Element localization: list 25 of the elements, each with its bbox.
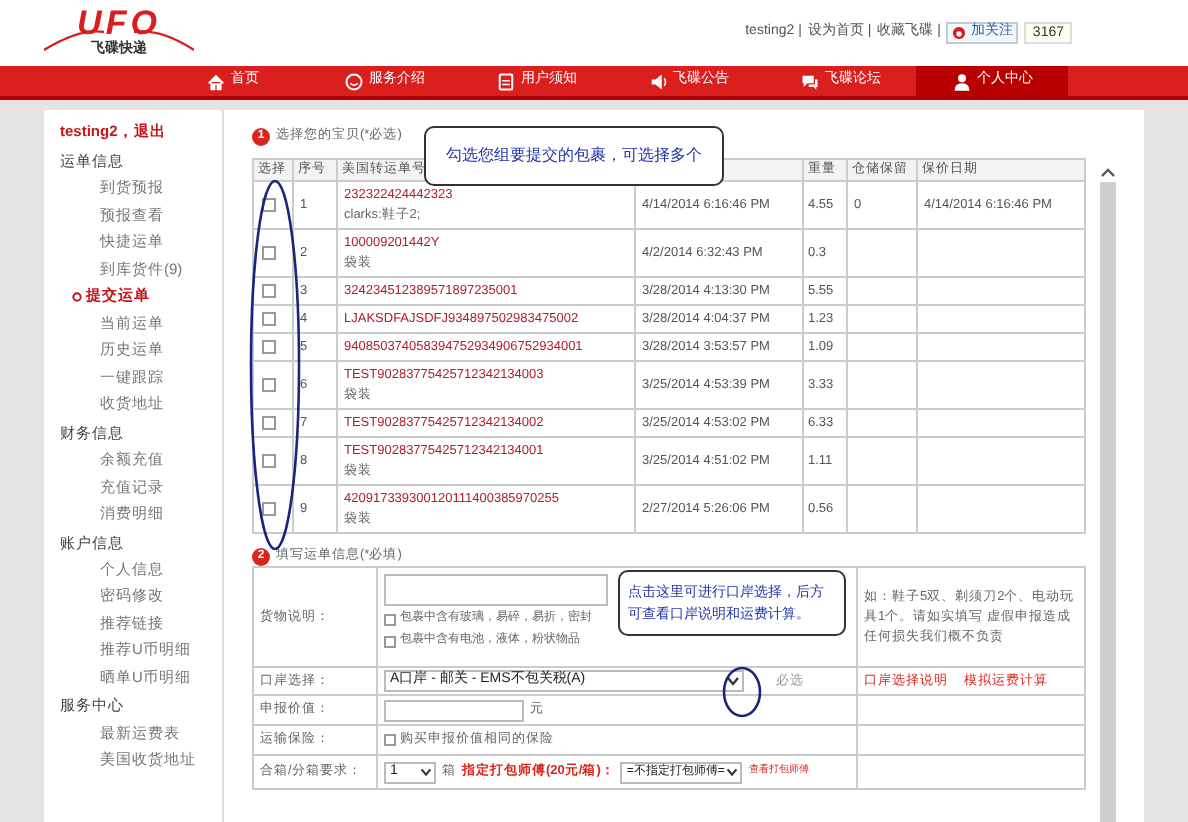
row-checkbox[interactable]: [262, 246, 276, 260]
declared-value-field[interactable]: [384, 699, 524, 721]
chat-icon: [799, 71, 819, 91]
row-checkbox[interactable]: [262, 502, 276, 516]
checkbox[interactable]: [384, 734, 396, 746]
row-checkbox[interactable]: [262, 312, 276, 326]
row-checkbox[interactable]: [262, 454, 276, 468]
home-icon: [205, 71, 225, 91]
row-checkbox[interactable]: [262, 416, 276, 430]
row-checkbox[interactable]: [262, 378, 276, 392]
scroll-up-icon[interactable]: [1100, 166, 1116, 178]
speaker-icon: [647, 71, 667, 91]
checkbox[interactable]: [384, 613, 396, 625]
document-icon: [495, 71, 515, 91]
logo-text: UFO: [77, 3, 161, 41]
smiley-icon: [343, 71, 363, 91]
scrollbar-thumb[interactable]: [1100, 182, 1116, 822]
row-checkbox[interactable]: [262, 340, 276, 354]
callout: 勾选您组要提交的包裹，可选择多个: [424, 126, 724, 186]
row-checkbox[interactable]: [262, 284, 276, 298]
highlight-ellipse: [722, 666, 762, 718]
goods-textarea[interactable]: [384, 574, 608, 606]
checkbox[interactable]: [384, 635, 396, 647]
person-icon: [951, 71, 971, 91]
bullet-icon: [72, 291, 82, 302]
